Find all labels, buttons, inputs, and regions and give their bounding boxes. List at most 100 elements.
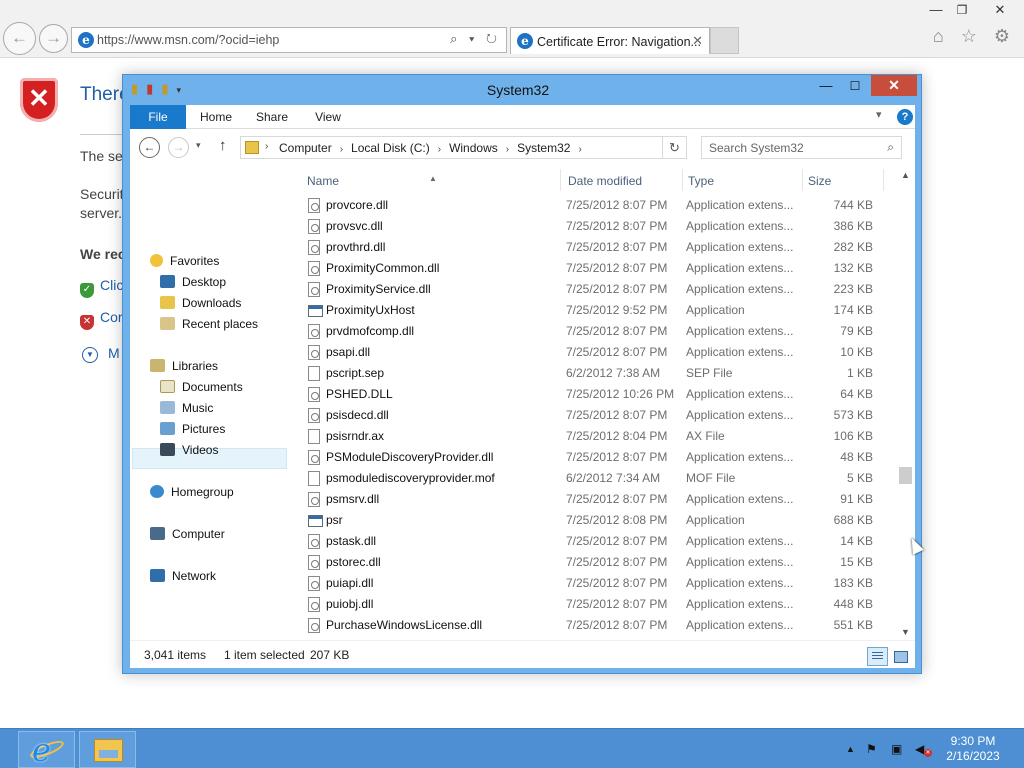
file-row[interactable]: ProximityService.dll 7/25/2012 8:07 PM App… [305,279,890,300]
file-row[interactable]: PSHED.DLL 7/25/2012 10:26 PM Application e… [305,384,890,405]
column-header-size[interactable]: Size [808,171,878,191]
chevron-right-icon[interactable]: › [578,144,581,155]
file-row[interactable]: puiapi.dll 7/25/2012 8:07 PM Application e… [305,573,890,594]
nav-downloads[interactable]: Downloads [160,293,241,313]
help-icon[interactable]: ? [897,109,913,125]
file-row[interactable]: pstorec.dll 7/25/2012 8:07 PM Application … [305,552,890,573]
scrollbar-thumb[interactable] [899,467,912,484]
nav-computer[interactable]: Computer [150,524,225,544]
file-row[interactable]: pscript.sep 6/2/2012 7:38 AM SEP File 1 KB [305,363,890,384]
column-divider[interactable] [682,169,683,191]
search-input[interactable]: Search System32 ⌕ [701,136,902,159]
column-divider[interactable] [802,169,803,191]
close-webpage-link[interactable]: ✓ Clic [80,277,123,298]
ie-home-favorites-tools-icons[interactable]: ⌂ ☆ ⚙ [933,26,1016,47]
chevron-right-icon[interactable]: › [506,144,509,155]
file-row[interactable]: ProximityCommon.dll 7/25/2012 8:07 PM Appl… [305,258,890,279]
file-row[interactable]: ProximityUxHost 7/25/2012 9:52 PM Applicat… [305,300,890,321]
taskbar-internet-explorer[interactable]: e [18,731,75,768]
nav-libraries[interactable]: Libraries [150,356,218,376]
ie-close-button[interactable]: ✕ [976,0,1024,20]
file-name: prvdmofcomp.dll [326,324,415,338]
breadcrumb-system32[interactable]: System32 [517,141,570,155]
breadcrumb-root-chevron-icon[interactable]: › [265,141,268,152]
file-row[interactable]: PSModuleDiscoveryProvider.dll 7/25/2012 8… [305,447,890,468]
ie-back-button[interactable]: ← [3,22,36,55]
tab-home[interactable]: Home [192,105,240,129]
volume-icon[interactable]: ◀ [915,742,924,756]
file-row[interactable]: PurchaseWindowsLicense.dll 7/25/2012 8:07… [305,615,890,636]
column-divider[interactable] [883,169,884,191]
ie-tab-close-icon[interactable]: ✕ [692,33,703,49]
search-icon[interactable]: ⌕ [887,140,894,155]
vertical-scrollbar[interactable]: ▲ ▼ [897,165,914,640]
file-row[interactable]: psisrndr.ax 7/25/2012 8:04 PM AX File 106 K… [305,426,890,447]
explorer-close-button[interactable]: ✕ [871,75,917,96]
breadcrumb-local-disk[interactable]: Local Disk (C:) [351,141,430,155]
more-information-icon[interactable]: ▼ [82,347,98,363]
file-row[interactable]: psapi.dll 7/25/2012 8:07 PM Application ex… [305,342,890,363]
ie-address-url[interactable]: https://www.msn.com/?ocid=iehp [97,33,279,47]
scroll-down-icon[interactable]: ▼ [901,627,910,637]
action-center-flag-icon[interactable]: ⚑ [866,742,877,756]
nav-documents[interactable]: Documents [160,377,243,397]
tab-view[interactable]: View [304,105,352,129]
scroll-up-icon[interactable]: ▲ [901,170,910,180]
nav-network[interactable]: Network [150,566,216,586]
column-header-type[interactable]: Type [688,171,798,191]
taskbar-file-explorer[interactable] [79,731,136,768]
column-header-date[interactable]: Date modified [568,171,678,191]
column-divider[interactable] [560,169,561,191]
nav-recent-places[interactable]: Recent places [160,314,258,334]
file-row[interactable]: psr 7/25/2012 8:08 PM Application 688 KB [305,510,890,531]
nav-desktop[interactable]: Desktop [160,272,226,292]
column-header-name[interactable]: Name ▲ [307,171,557,191]
file-row[interactable]: provthrd.dll 7/25/2012 8:07 PM Application… [305,237,890,258]
tab-share[interactable]: Share [248,105,296,129]
continue-website-link-text[interactable]: Cor [100,309,123,325]
file-row[interactable]: psisdecd.dll 7/25/2012 8:07 PM Application… [305,405,890,426]
ie-address-bar[interactable]: e https://www.msn.com/?ocid=iehp ⌕ ▾ ↻ [71,27,507,53]
ie-address-tools-icon[interactable]: ⌕ ▾ ↻ [450,31,501,47]
ie-tab[interactable]: e Certificate Error: Navigation... ✕ [510,27,710,54]
ie-restore-button[interactable]: ❐ [950,0,974,20]
recent-locations-icon[interactable]: ▾ [196,140,201,151]
chevron-right-icon[interactable]: › [438,144,441,155]
nav-videos[interactable]: Videos [160,440,218,460]
nav-favorites[interactable]: Favorites [150,251,219,271]
file-row[interactable]: puiobj.dll 7/25/2012 8:07 PM Application e… [305,594,890,615]
explorer-minimize-button[interactable]: — [813,77,839,97]
nav-homegroup[interactable]: Homegroup [150,482,234,502]
ie-minimize-button[interactable]: — [922,0,950,20]
expand-ribbon-icon[interactable]: ▾ [876,108,882,121]
explorer-title-bar[interactable]: ▮▮▮▾ System32 — ☐ ✕ [123,75,921,103]
nav-pictures[interactable]: Pictures [160,419,225,439]
network-status-icon[interactable]: ▣ [891,742,902,756]
file-row[interactable]: provcore.dll 7/25/2012 8:07 PM Application… [305,195,890,216]
file-row[interactable]: prvdmofcomp.dll 7/25/2012 8:07 PM Applicat… [305,321,890,342]
breadcrumb-computer[interactable]: Computer [279,141,332,155]
continue-website-link[interactable]: ✕ Cor [80,309,123,330]
ie-new-tab-button[interactable] [710,27,739,54]
clock[interactable]: 9:30 PM 2/16/2023 [938,734,1008,764]
close-webpage-link-text[interactable]: Clic [100,277,123,293]
back-button[interactable]: ← [139,137,160,158]
file-row[interactable]: pstask.dll 7/25/2012 8:07 PM Application e… [305,531,890,552]
ie-forward-button[interactable]: → [39,24,68,53]
show-hidden-icons-icon[interactable]: ▲ [846,744,855,754]
explorer-maximize-button[interactable]: ☐ [842,77,868,97]
file-row[interactable]: psmodulediscoveryprovider.mof 6/2/2012 7:… [305,468,890,489]
large-icons-view-icon[interactable] [891,647,910,666]
details-view-icon[interactable] [867,647,888,666]
more-information-link[interactable]: M [108,345,120,361]
forward-button[interactable]: → [168,137,189,158]
breadcrumb-windows[interactable]: Windows [449,141,498,155]
file-row[interactable]: provsvc.dll 7/25/2012 8:07 PM Application … [305,216,890,237]
nav-music[interactable]: Music [160,398,213,418]
breadcrumb[interactable]: › Computer › Local Disk (C:) › Windows › Syste… [240,136,756,159]
up-button[interactable]: ↑ [219,137,227,154]
file-row[interactable]: psmsrv.dll 7/25/2012 8:07 PM Application e… [305,489,890,510]
tab-file[interactable]: File [130,105,186,129]
chevron-right-icon[interactable]: › [340,144,343,155]
refresh-button[interactable]: ↻ [663,136,687,159]
